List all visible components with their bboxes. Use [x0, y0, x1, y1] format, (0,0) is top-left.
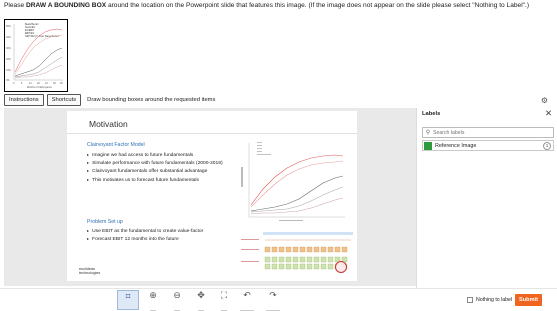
task-prompt: Draw bounding boxes around the requested… [87, 97, 216, 103]
slide-bullet: Use EBIT as the fundamental to create va… [87, 227, 237, 235]
labels-panel: Labels ✕ ⚲ Reference Image 1 [416, 108, 557, 288]
redo-tool[interactable]: ↷ Ctrl+Y [262, 290, 284, 311]
search-icon: ⚲ [425, 130, 431, 136]
close-icon[interactable]: ✕ [545, 109, 552, 118]
undo-icon: ↶ [243, 290, 251, 300]
ref-ytick: 50% [6, 25, 12, 28]
labels-panel-title: Labels [422, 111, 441, 117]
zoom-in-icon: ⊕ [149, 290, 157, 300]
annotation-canvas[interactable]: Motivation Clairvoyant Factor Model Imag… [4, 108, 416, 286]
zoom-out-icon: ⊖ [173, 290, 181, 300]
slide-bullet: This motivates us to forecast future fun… [87, 176, 232, 184]
undo-tool[interactable]: ↶ Ctrl+Z [236, 290, 258, 311]
fit-tool[interactable]: ⛶ F [213, 290, 235, 311]
slide-bullet: Imagine we had access to future fundamen… [87, 151, 232, 159]
instruction-prefix: Please [4, 2, 26, 9]
ref-ytick: 20% [6, 58, 12, 61]
slide-bullet: Simulate performance with future fundame… [87, 159, 232, 167]
zoom-out-tool[interactable]: ⊖ - [166, 290, 188, 311]
slide-section-heading: Problem Set up [87, 219, 123, 225]
label-count-badge: 1 [543, 141, 551, 150]
reference-chart: BestofSector SectorEV EV/EBIT EBIT/EV S&… [6, 23, 63, 89]
instructions-button[interactable]: Instructions [4, 94, 44, 106]
redo-icon: ↷ [269, 290, 277, 300]
bounding-box-icon: ⌗ [125, 291, 131, 301]
slide-logo: euclidean technologies [79, 267, 100, 276]
ref-xtick: 0 [13, 82, 15, 85]
slide-section-heading: Clairvoyant Factor Model [87, 142, 145, 148]
ref-xtick: 30 [53, 82, 56, 85]
shortcuts-button[interactable]: Shortcuts [46, 94, 82, 106]
bounding-box-tool[interactable]: ⌗ B [117, 290, 139, 310]
pan-icon: ✥ [197, 290, 205, 300]
ref-series-line [14, 56, 63, 78]
label-item-reference-image[interactable]: Reference Image 1 [422, 140, 554, 151]
search-labels-input[interactable] [433, 129, 551, 136]
logo-line: technologies [79, 271, 101, 276]
instruction-emphasis: DRAW A BOUNDING BOX [26, 2, 107, 9]
label-color-swatch [424, 141, 432, 150]
task-instructions: Please DRAW A BOUNDING BOX around the lo… [4, 2, 553, 10]
slide-chart-image [241, 142, 345, 221]
annotation-toolbar: Instructions Shortcuts Draw bounding box… [4, 94, 215, 106]
ref-ytick: 10% [6, 69, 12, 72]
slide-bullet-list: Imagine we had access to future fundamen… [87, 151, 232, 184]
slide-seal-icon [335, 261, 347, 273]
slide-bullet: Forecast EBIT 12 months into the future [87, 235, 237, 243]
bottom-toolbar: ⌗ B ⊕ + ⊖ - ✥ H ⛶ F ↶ Ctrl+Z ↷ Ctrl+Y No… [0, 288, 557, 311]
slide-bullet: Clairvoyant fundamentals offer substanti… [87, 167, 232, 175]
label-search-box: ⚲ [422, 127, 554, 138]
slide-title: Motivation [89, 119, 128, 129]
slide-image[interactable]: Motivation Clairvoyant Factor Model Imag… [67, 111, 357, 281]
ref-xtick: 12 [29, 82, 32, 85]
ref-xtick: 24 [45, 82, 48, 85]
pan-tool[interactable]: ✥ H [190, 290, 212, 311]
slide-bullet-list: Use EBIT as the fundamental to create va… [87, 227, 237, 243]
ref-xtick: 18 [37, 82, 40, 85]
submit-button[interactable]: Submit [515, 294, 542, 306]
ref-ytick: 0% [6, 79, 10, 82]
nothing-to-label-text: Nothing to label [476, 297, 513, 303]
ref-xtick: 6 [21, 82, 23, 85]
slide-divider [67, 133, 357, 134]
ref-xlabel: Months of Clairvoyance [27, 86, 53, 89]
gear-icon[interactable]: ⚙ [540, 96, 549, 105]
ref-xtick: 36 [60, 82, 63, 85]
ref-series-line [14, 47, 63, 77]
fit-to-screen-icon: ⛶ [220, 290, 228, 300]
ref-ytick: 40% [6, 36, 12, 39]
zoom-in-tool[interactable]: ⊕ + [142, 290, 164, 311]
ref-ytick: 30% [6, 47, 12, 50]
label-name: Reference Image [435, 142, 477, 149]
nothing-to-label-checkbox[interactable] [467, 297, 473, 303]
nothing-to-label-option[interactable]: Nothing to label [467, 297, 512, 303]
reference-image: BestofSector SectorEV EV/EBIT EBIT/EV S&… [4, 19, 68, 92]
instruction-suffix: around the location on the Powerpoint sl… [106, 2, 530, 9]
